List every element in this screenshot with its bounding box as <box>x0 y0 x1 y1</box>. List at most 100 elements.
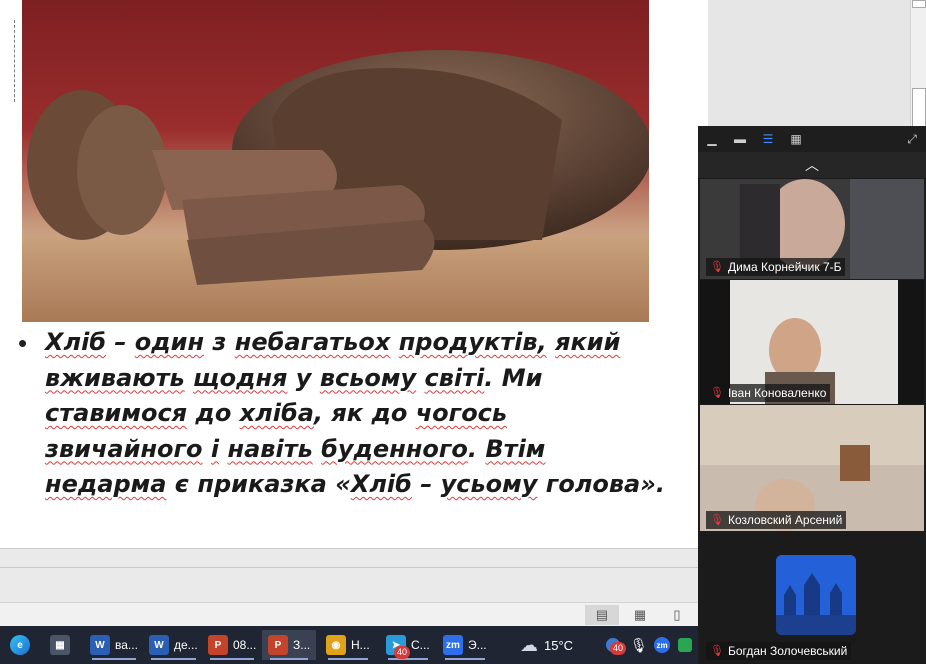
app-label: 08... <box>233 638 257 652</box>
mic-muted-icon: 🎙 <box>710 261 724 273</box>
text-segment: , як до <box>313 399 416 427</box>
scrollbar-thumb[interactable] <box>912 88 926 130</box>
text-segment: ставимося <box>45 399 188 427</box>
app-label: С... <box>411 638 430 652</box>
app-icon: ◉ <box>326 635 346 655</box>
app-icon: P <box>208 635 228 655</box>
participant-tile[interactable]: 🎙 Дима Корнейчик 7-Б <box>700 179 924 279</box>
cloud-icon: ☁ <box>520 634 538 655</box>
status-bar: ▤ ▦ ▯ <box>0 602 700 627</box>
grid-view-icon[interactable]: ▦ <box>788 131 804 147</box>
taskbar-app-button[interactable]: zm Э... <box>437 630 493 660</box>
taskbar-app-button[interactable]: P З... <box>262 630 317 660</box>
text-segment: голова». <box>537 470 665 498</box>
text-segment: Хліб <box>45 328 107 356</box>
strip-view-icon[interactable]: ☰ <box>760 131 776 147</box>
text-segment: Втім <box>485 434 546 463</box>
bread-illustration <box>22 50 649 322</box>
participant-tile[interactable]: 🎙 Богдан Золочевський <box>700 532 924 664</box>
text-segment: і <box>210 434 220 463</box>
scroll-up-chevron-icon[interactable]: ︿ <box>698 152 926 178</box>
zoom-video-panel: ▁ ▬ ☰ ▦ ⤢ ︿ 🎙 Дима Корнейчик 7-Б 🎙 Іван Ко… <box>698 126 926 664</box>
running-indicator <box>92 658 136 660</box>
text-segment: небагатьох <box>234 328 391 356</box>
slide-canvas[interactable]: • Хліб – один з небагатьох продуктів, як… <box>0 0 708 548</box>
text-segment: недарма <box>45 470 167 498</box>
zoom-tray-icon[interactable]: zm <box>652 630 672 660</box>
text-segment: є приказка « <box>166 470 351 498</box>
participant-name-label: 🎙 Дима Корнейчик 7-Б <box>706 258 846 276</box>
running-indicator <box>328 658 368 660</box>
edge-icon[interactable]: e <box>4 630 36 660</box>
selection-marker <box>14 20 21 102</box>
zoom-toolbar: ▁ ▬ ☰ ▦ ⤢ <box>698 126 926 152</box>
windows-taskbar: e ▦ Wва... Wде... P 08... P З... ◉ Н... ➤ С... zm Э… <box>0 626 698 664</box>
scroll-up-button[interactable] <box>912 0 926 8</box>
text-segment: вживають <box>45 363 185 392</box>
mic-muted-icon: 🎙 <box>710 514 724 526</box>
app-label: ва... <box>115 638 138 652</box>
mic-muted-icon: 🎙 <box>710 387 724 399</box>
app-icon: W <box>149 635 169 655</box>
participant-name: Іван Коноваленко <box>727 386 827 400</box>
text-segment: . Ми <box>484 363 543 392</box>
participant-tile[interactable]: 🎙 Іван Коноваленко <box>700 280 924 404</box>
text-segment: . <box>467 434 486 463</box>
text-segment: щодня <box>193 363 288 392</box>
expand-icon[interactable]: ⤢ <box>904 131 920 147</box>
text-segment: – <box>106 328 135 356</box>
running-indicator <box>270 658 309 660</box>
participant-name-label: 🎙 Богдан Золочевський <box>706 642 852 660</box>
participant-name-label: 🎙 Іван Коноваленко <box>706 384 831 402</box>
avatar <box>776 555 856 635</box>
minimize-icon[interactable]: ▁ <box>704 131 720 147</box>
text-segment <box>203 435 211 463</box>
taskbar-app-button[interactable]: Wде... <box>143 630 204 660</box>
text-segment: буденного <box>321 434 468 463</box>
text-segment: який <box>555 328 621 356</box>
notes-pane[interactable] <box>0 548 700 603</box>
text-segment: до <box>187 399 240 427</box>
taskbar-app-button[interactable]: ◉ Н... <box>320 630 376 660</box>
calculator-icon[interactable]: ▦ <box>44 630 76 660</box>
telegram-badge: 40 <box>394 646 411 659</box>
text-segment <box>313 435 321 463</box>
running-indicator <box>445 658 485 660</box>
text-segment: у <box>287 363 320 392</box>
participant-name: Богдан Золочевський <box>727 644 848 658</box>
weather-widget[interactable]: ☁ 15°C <box>520 630 573 660</box>
app-icon: W <box>90 635 110 655</box>
running-indicator <box>210 658 255 660</box>
app-label: Э... <box>468 638 487 652</box>
text-segment: звичайного <box>45 434 203 463</box>
app-label: Н... <box>351 638 370 652</box>
participant-name: Козловский Арсений <box>727 513 843 527</box>
text-segment: – <box>411 470 441 498</box>
text-segment: з <box>204 328 235 356</box>
participant-tile[interactable]: 🎙 Козловский Арсений <box>700 405 924 531</box>
tray-badge: 40 <box>610 642 627 655</box>
taskbar-app-button[interactable]: Wва... <box>84 630 144 660</box>
taskbar-app-button[interactable]: P 08... <box>202 630 262 660</box>
bread-image[interactable] <box>22 0 649 322</box>
microphone-icon[interactable]: 🎙 <box>628 630 650 660</box>
normal-view-icon[interactable]: ▤ <box>585 605 619 625</box>
text-segment: всьому <box>319 363 417 392</box>
participant-name-label: 🎙 Козловский Арсений <box>706 511 847 529</box>
castle-avatar-image <box>776 555 856 635</box>
reading-view-icon[interactable]: ▯ <box>660 605 694 625</box>
tray-green-icon[interactable] <box>676 630 694 660</box>
slide-bullet-text[interactable]: Хліб – один з небагатьох продуктів, який… <box>45 325 665 503</box>
text-segment: світі <box>424 363 485 392</box>
text-segment <box>547 328 555 356</box>
text-segment: Хліб <box>350 470 412 498</box>
single-view-icon[interactable]: ▬ <box>732 131 748 147</box>
app-icon: P <box>268 635 288 655</box>
slide-sorter-icon[interactable]: ▦ <box>623 605 657 625</box>
mic-muted-icon: 🎙 <box>710 645 724 657</box>
text-segment <box>219 435 227 463</box>
app-icon: zm <box>443 635 463 655</box>
text-segment: усьому <box>440 470 538 498</box>
text-segment <box>390 328 398 356</box>
notes-divider <box>0 567 700 568</box>
